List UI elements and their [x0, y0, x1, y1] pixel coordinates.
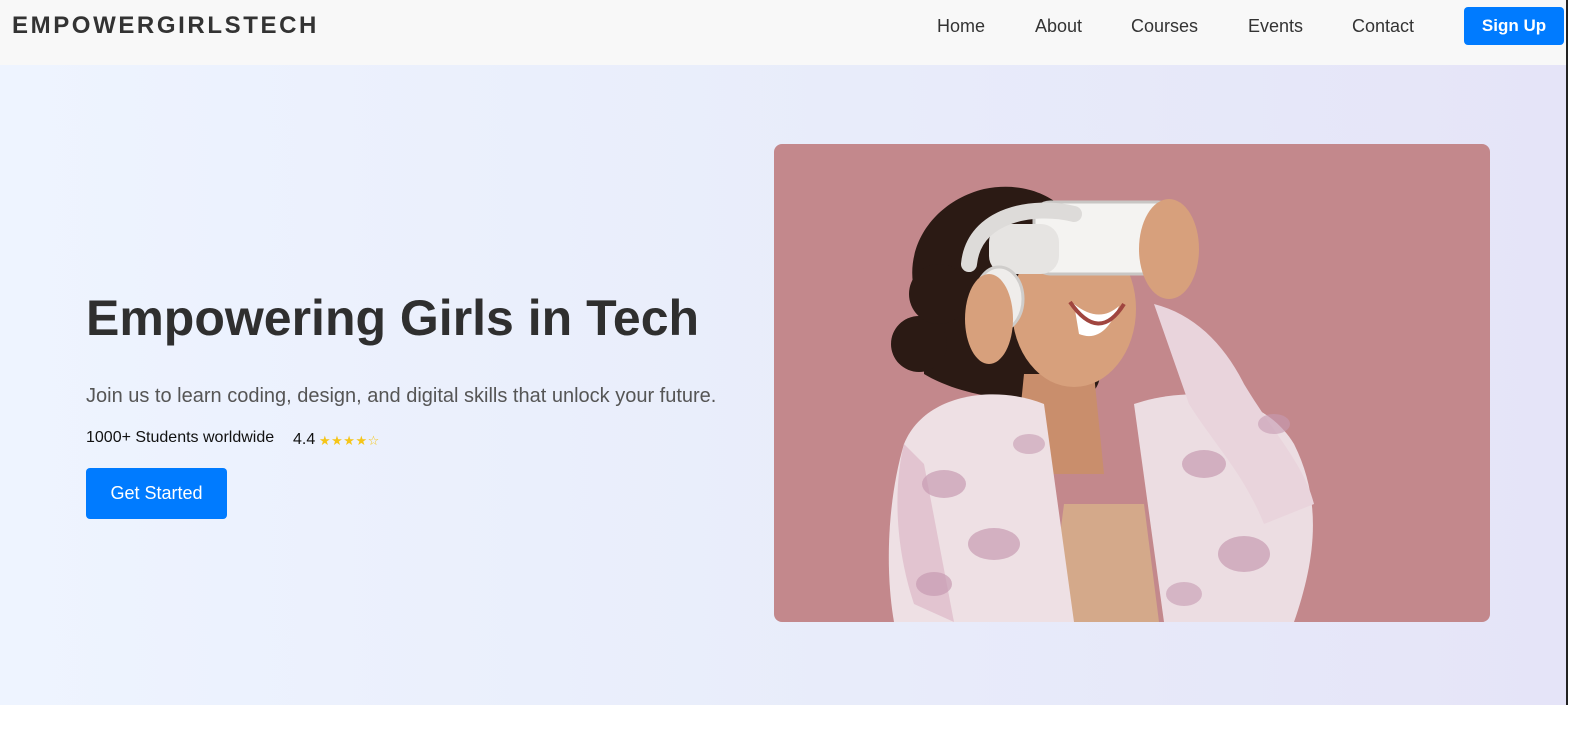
- page: EMPOWERGIRLSTECH Home About Courses Even…: [0, 0, 1577, 748]
- get-started-button[interactable]: Get Started: [86, 468, 227, 519]
- rating-value: 4.4: [293, 431, 316, 448]
- nav-link-courses[interactable]: Courses: [1131, 15, 1198, 37]
- rating-stars-icon: ★★★★☆: [319, 433, 380, 448]
- hero-subtitle: Join us to learn coding, design, and dig…: [86, 385, 717, 407]
- vr-girl-illustration: [888, 186, 1314, 622]
- navbar: EMPOWERGIRLSTECH Home About Courses Even…: [0, 0, 1568, 65]
- nav-link-contact[interactable]: Contact: [1352, 15, 1414, 37]
- sign-up-button[interactable]: Sign Up: [1464, 7, 1564, 45]
- hero-section: Empowering Girls in Tech Join us to lear…: [0, 65, 1568, 705]
- hero-title: Empowering Girls in Tech: [86, 290, 700, 346]
- site-logo[interactable]: EMPOWERGIRLSTECH: [12, 13, 319, 39]
- nav-link-about[interactable]: About: [1035, 15, 1082, 37]
- hero-image: [774, 144, 1490, 622]
- nav-link-events[interactable]: Events: [1248, 15, 1303, 37]
- students-count: 1000+ Students worldwide: [86, 429, 275, 446]
- scrollbar-edge: [1566, 0, 1568, 705]
- nav-link-home[interactable]: Home: [937, 15, 985, 37]
